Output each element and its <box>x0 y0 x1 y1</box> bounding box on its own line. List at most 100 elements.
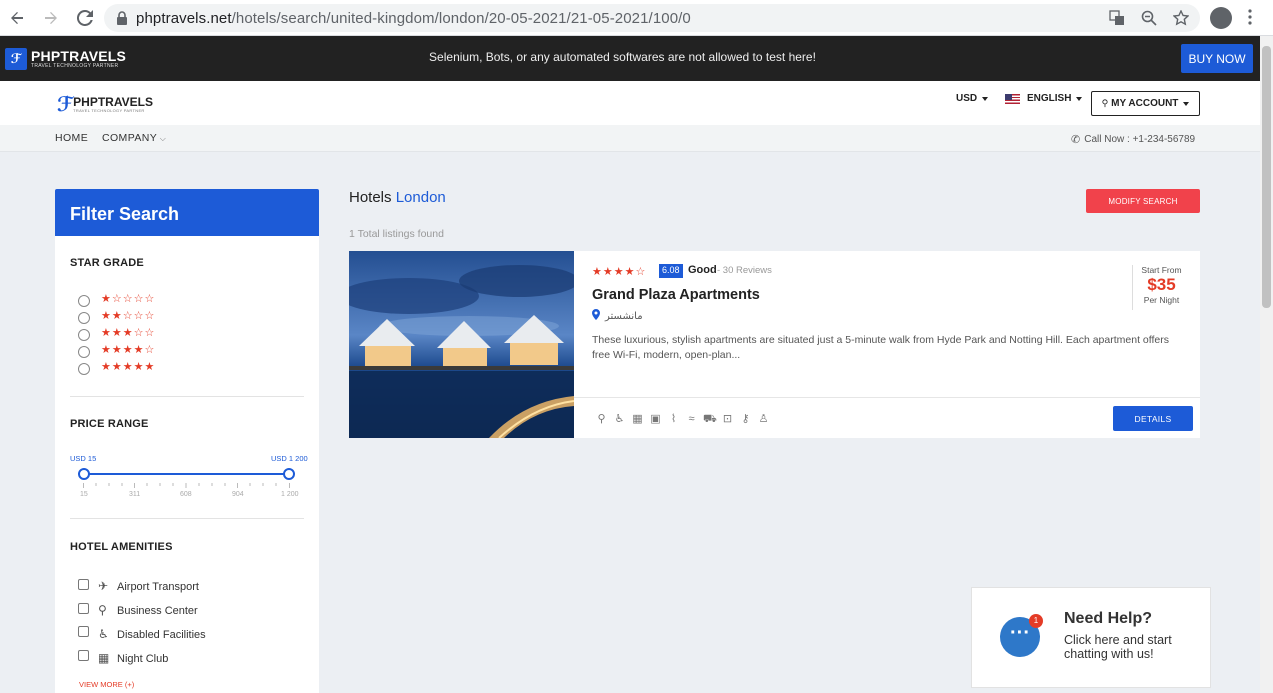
us-flag-icon <box>1005 93 1020 104</box>
main-nav: HOME COMPANY ⌵ ✆ Call Now : +1-234-56789 <box>0 125 1260 152</box>
night-club-icon: ▦ <box>98 651 110 665</box>
spa-icon: ♙ <box>758 413 769 425</box>
hotel-image[interactable] <box>349 251 574 438</box>
browser-toolbar: phptravels.net/hotels/search/united-king… <box>0 0 1273 36</box>
wheelchair-icon: ♿ <box>98 627 109 641</box>
star-radio-1[interactable] <box>78 295 90 307</box>
chevron-down-icon <box>1076 96 1083 101</box>
amenity-label: Night Club <box>117 653 169 665</box>
page-scrollbar-thumb[interactable] <box>1262 46 1271 308</box>
hotel-location-text: مانشستر <box>605 310 643 322</box>
site-logo[interactable]: ℱ PHPTRAVELS TRAVEL TECHNOLOGY PARTNER <box>57 92 153 117</box>
chevron-down-icon <box>982 96 989 101</box>
nav-company[interactable]: COMPANY ⌵ <box>102 132 166 144</box>
notification-badge: 1 <box>1029 614 1043 628</box>
price-max-label: USD 1 200 <box>271 454 308 463</box>
business-icon: ⚲ <box>597 413 606 425</box>
currency-label: USD <box>956 93 978 104</box>
hotel-card[interactable]: ★★★★☆ 6.08 Good - 30 Reviews Grand Plaza… <box>349 251 1200 438</box>
help-title: Need Help? <box>1064 610 1153 627</box>
profile-icon[interactable] <box>1210 7 1232 29</box>
modify-search-button[interactable]: MODIFY SEARCH <box>1086 189 1200 213</box>
help-subtitle: Click here and start chatting with us! <box>1064 633 1172 661</box>
hotel-amenities-title: HOTEL AMENITIES <box>70 541 173 553</box>
hotel-amenities-icons: ⚲ ♿ ▦ ▣ ⌇ ≈ ⛟ ⊡ ⚷ ♙ <box>595 413 770 426</box>
back-icon[interactable] <box>8 9 26 27</box>
buy-now-button[interactable]: BUY NOW <box>1181 44 1253 73</box>
logo-subtext: TRAVEL TECHNOLOGY PARTNER <box>73 108 145 113</box>
bookmark-star-icon[interactable] <box>1172 9 1190 27</box>
results-title-prefix: Hotels <box>349 189 392 206</box>
hotel-name[interactable]: Grand Plaza Apartments <box>592 287 760 303</box>
plane-icon: ✈ <box>98 579 109 593</box>
star-grade-title: STAR GRADE <box>70 257 144 269</box>
translate-icon[interactable] <box>1108 9 1126 27</box>
nav-home[interactable]: HOME <box>55 132 88 144</box>
url-host: phptravels.net <box>136 9 232 27</box>
price-min-label: USD 15 <box>70 454 97 463</box>
amenity-label: Airport Transport <box>117 581 199 593</box>
phone-icon: ✆ <box>1071 134 1081 146</box>
view-more-amenities-link[interactable]: VIEW MORE (+) <box>79 680 134 689</box>
star-radio-2[interactable] <box>78 312 90 324</box>
filter-panel: STAR GRADE ★☆☆☆☆ ★★☆☆☆ ★★★☆☆ ★★★★☆ ★★★★★… <box>55 236 319 693</box>
currency-dropdown[interactable]: USD <box>956 93 989 104</box>
star-rating-5: ★★★★★ <box>101 361 156 373</box>
hotel-location: مانشستر <box>592 309 643 323</box>
star-radio-3[interactable] <box>78 329 90 341</box>
price-slider-max-handle[interactable] <box>283 468 295 480</box>
lock-icon <box>116 11 128 25</box>
hotel-star-rating: ★★★★☆ <box>592 266 647 278</box>
price-range-title: PRICE RANGE <box>70 418 149 430</box>
star-rating-3: ★★★☆☆ <box>101 327 156 339</box>
amenity-checkbox-disabled-facilities[interactable] <box>78 626 89 637</box>
results-title: Hotels London <box>349 189 446 206</box>
zoom-icon[interactable] <box>1140 9 1158 27</box>
star-radio-5[interactable] <box>78 363 90 375</box>
amenity-checkbox-airport-transport[interactable] <box>78 579 89 590</box>
hotel-score-label: Good <box>688 264 717 276</box>
nav-company-label: COMPANY <box>102 132 158 144</box>
amenity-checkbox-business-center[interactable] <box>78 603 89 614</box>
per-night-label: Per Night <box>1143 295 1180 305</box>
chevron-down-icon: ⌵ <box>157 134 167 143</box>
shuttle-icon: ⛟ <box>703 413 717 425</box>
address-bar[interactable]: phptravels.net/hotels/search/united-king… <box>104 4 1200 32</box>
wifi-icon: ⌇ <box>670 413 677 425</box>
bot-warning-text: Selenium, Bots, or any automated softwar… <box>429 50 816 64</box>
hotel-score-badge: 6.08 <box>659 264 683 278</box>
price-tick: 1 200 <box>281 491 299 498</box>
url-text: phptravels.net/hotels/search/united-king… <box>136 10 691 27</box>
more-menu-icon[interactable] <box>1248 9 1258 27</box>
hotel-description: These luxurious, stylish apartments are … <box>592 334 1169 361</box>
need-help-widget[interactable]: ··· 1 Need Help? Click here and start ch… <box>971 587 1211 688</box>
logo-mark-icon: ℱ <box>57 94 74 116</box>
map-pin-icon <box>592 309 600 323</box>
url-path: /hotels/search/united-kingdom/london/20-… <box>231 9 691 27</box>
language-dropdown[interactable]: ENGLISH <box>1005 93 1083 104</box>
price-tick: 904 <box>232 491 244 498</box>
price-slider-min-handle[interactable] <box>78 468 90 480</box>
top-announcement-bar: ℱ PHPTRAVELS TRAVEL TECHNOLOGY PARTNER S… <box>0 36 1260 81</box>
price-tick: 608 <box>180 491 192 498</box>
reload-icon[interactable] <box>76 9 94 27</box>
my-account-button[interactable]: ⚲ MY ACCOUNT <box>1091 91 1200 116</box>
forward-icon[interactable] <box>42 9 60 27</box>
call-now: ✆ Call Now : +1-234-56789 <box>1071 133 1195 146</box>
divider <box>574 397 1200 398</box>
filter-search-title: Filter Search <box>55 189 319 236</box>
star-radio-4[interactable] <box>78 346 90 358</box>
hotel-price: $35 <box>1147 275 1176 294</box>
price-slider-ticks <box>83 483 290 488</box>
amenity-label: Disabled Facilities <box>117 629 206 641</box>
details-button[interactable]: DETAILS <box>1113 406 1193 431</box>
pool-icon: ≈ <box>688 413 695 425</box>
amenity-checkbox-night-club[interactable] <box>78 650 89 661</box>
price-slider-track[interactable] <box>83 473 290 475</box>
price-tick: 15 <box>80 491 88 498</box>
user-icon: ⚲ <box>1101 98 1109 108</box>
hotel-reviews-count: - 30 Reviews <box>717 265 772 276</box>
fitness-icon: ⚷ <box>741 413 750 425</box>
site-header: ℱ PHPTRAVELS TRAVEL TECHNOLOGY PARTNER U… <box>0 81 1260 125</box>
price-tick: 311 <box>129 491 141 498</box>
